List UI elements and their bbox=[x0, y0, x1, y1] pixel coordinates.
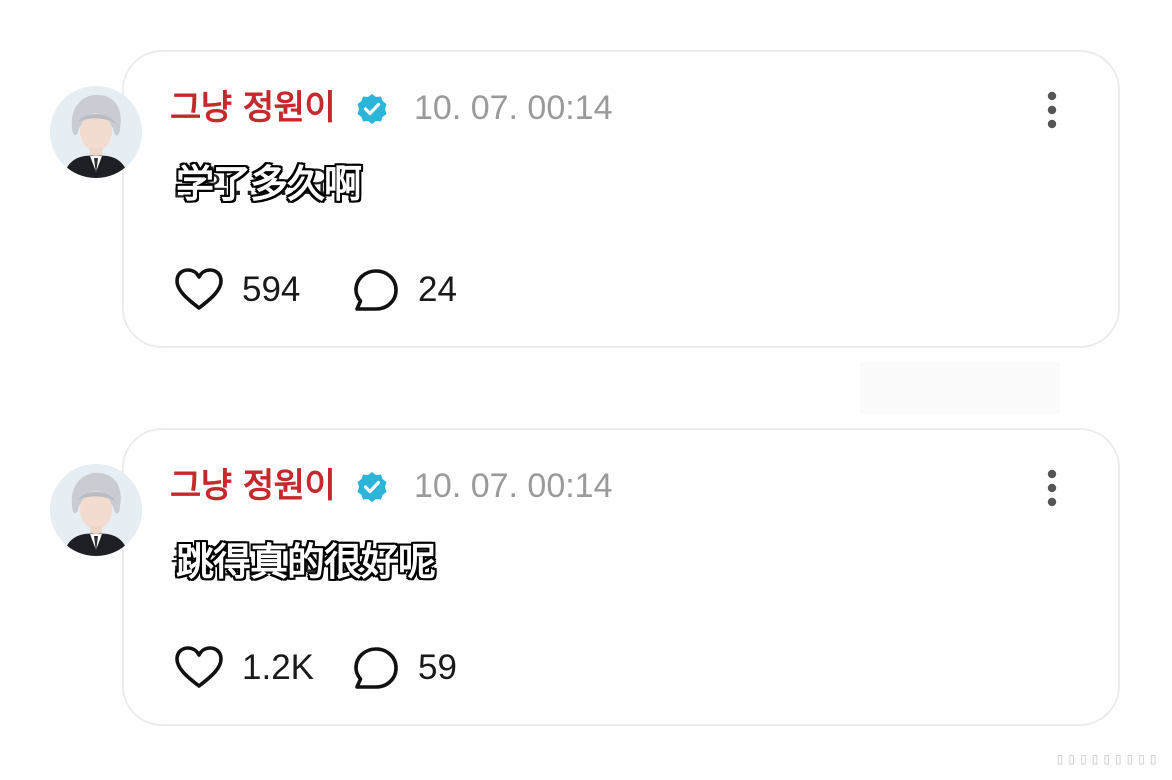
post-2: 그냥 정원이 10. 07. 00:14 춤 잘 춰요 跳得真的很好呢 1.2K… bbox=[0, 418, 1172, 738]
page: 그냥 정원이 10. 07. 00:14 ᆫ학……요 学了多久啊 594 24 bbox=[0, 0, 1172, 780]
reply-bubble-icon[interactable] bbox=[352, 268, 400, 314]
like-count: 1.2K bbox=[242, 648, 314, 687]
background-fragment bbox=[860, 362, 1060, 414]
verified-badge-icon bbox=[357, 472, 387, 502]
avatar[interactable] bbox=[50, 464, 142, 556]
reply-count: 24 bbox=[418, 270, 457, 309]
like-count: 594 bbox=[242, 270, 301, 309]
more-options-icon[interactable] bbox=[1038, 90, 1066, 130]
more-options-icon[interactable] bbox=[1038, 468, 1066, 508]
post-1: 그냥 정원이 10. 07. 00:14 ᆫ학……요 学了多久啊 594 24 bbox=[0, 40, 1172, 360]
author-name[interactable]: 그냥 정원이 bbox=[170, 464, 336, 508]
heart-icon[interactable] bbox=[174, 646, 224, 690]
heart-icon[interactable] bbox=[174, 268, 224, 312]
post-content: 춤 잘 춰요 跳得真的很好呢 bbox=[170, 536, 436, 588]
watermark: ▯▯▯▯▯▯▯▯▯ bbox=[1055, 749, 1160, 768]
verified-badge-icon bbox=[357, 94, 387, 124]
author-name[interactable]: 그냥 정원이 bbox=[170, 86, 336, 130]
avatar[interactable] bbox=[50, 86, 142, 178]
post-timestamp: 10. 07. 00:14 bbox=[414, 89, 613, 127]
post-timestamp: 10. 07. 00:14 bbox=[414, 467, 613, 505]
post-content: ᆫ학……요 学了多久啊 bbox=[170, 158, 362, 210]
reply-count: 59 bbox=[418, 648, 457, 687]
reply-bubble-icon[interactable] bbox=[352, 646, 400, 692]
post-subtitle-text: 跳得真的很好呢 bbox=[176, 540, 436, 584]
post-subtitle-text: 学了多久啊 bbox=[176, 162, 362, 206]
